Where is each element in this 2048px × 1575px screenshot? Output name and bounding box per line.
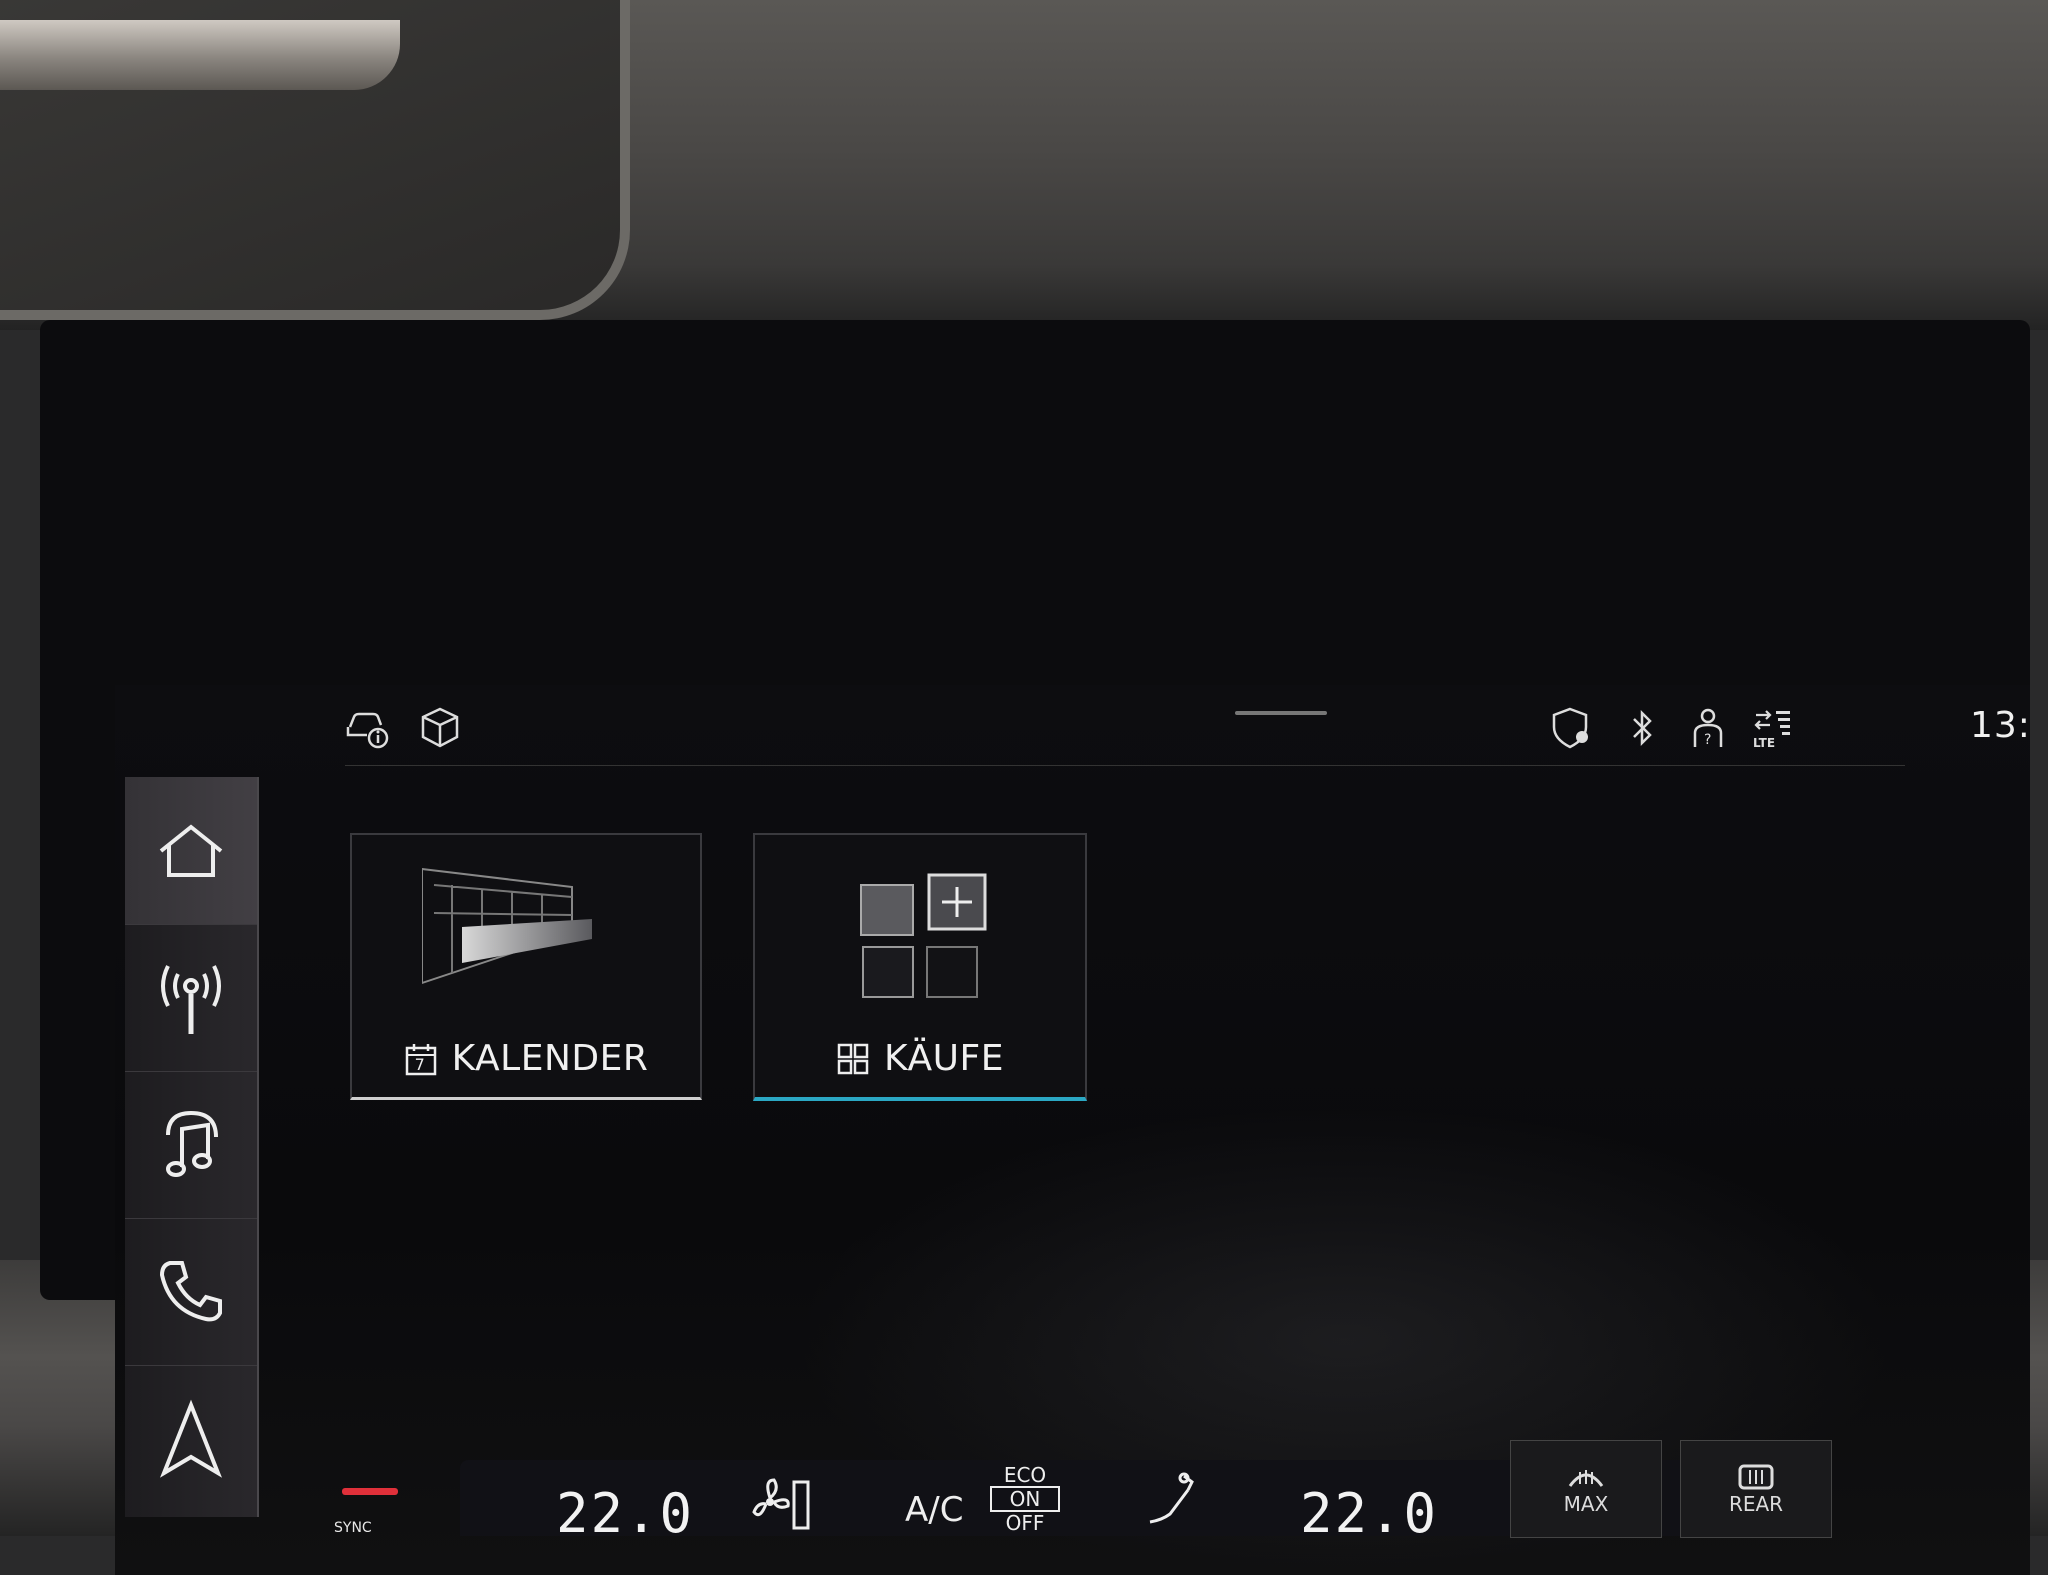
bluetooth-icon[interactable]: [1620, 705, 1666, 751]
tile-kalender[interactable]: 7 KALENDER: [350, 833, 702, 1100]
status-bar: ? LTE 13:37: [345, 685, 2030, 766]
svg-text:?: ?: [1704, 732, 1711, 748]
off-label: OFF: [1005, 1511, 1045, 1535]
user-profile-icon[interactable]: ?: [1685, 705, 1731, 751]
tile-label: KÄUFE: [755, 1038, 1085, 1079]
max-defrost-button[interactable]: MAX: [1510, 1440, 1662, 1538]
seat-airflow-icon[interactable]: [1140, 1470, 1200, 1530]
calendar-illustration-icon: [422, 867, 592, 985]
nav-home[interactable]: [125, 777, 257, 925]
rear-defrost-icon: [1738, 1464, 1774, 1490]
car-info-icon[interactable]: [345, 705, 391, 751]
tile-kalender-label: KALENDER: [451, 1038, 649, 1079]
dashboard-upper: [0, 0, 2048, 330]
nav-phone[interactable]: [125, 1218, 257, 1366]
ac-mode-selector[interactable]: ECO ON OFF: [990, 1464, 1060, 1534]
nav-navigation[interactable]: [125, 1365, 257, 1512]
lte-signal-icon: LTE: [1753, 710, 1790, 750]
ac-label[interactable]: A/C: [905, 1490, 963, 1530]
max-label: MAX: [1563, 1492, 1609, 1516]
vent-slat: [0, 20, 400, 90]
navigation-icon: [159, 1399, 223, 1478]
phone-icon: [159, 1260, 222, 1321]
clock: 13:37: [1970, 705, 2030, 746]
rear-defrost-button[interactable]: REAR: [1680, 1440, 1832, 1538]
calendar-day: 7: [414, 1054, 426, 1074]
nav-media[interactable]: [125, 1071, 257, 1219]
eco-label: ECO: [1003, 1463, 1047, 1487]
home-icon: [159, 823, 223, 877]
tile-kaeufe[interactable]: KÄUFE: [753, 833, 1087, 1101]
air-vent: [0, 0, 630, 320]
on-label: ON: [990, 1486, 1060, 1512]
package-icon[interactable]: [417, 705, 463, 751]
sync-indicator-led: [342, 1488, 398, 1495]
side-navigation: [125, 777, 259, 1517]
apps-icon: [837, 1043, 869, 1074]
apps-store-illustration-icon: [860, 873, 987, 998]
fan-icon[interactable]: [750, 1474, 810, 1530]
rear-label: REAR: [1728, 1492, 1784, 1516]
music-icon: [166, 1110, 218, 1177]
tile-label: 7 KALENDER: [352, 1038, 700, 1079]
pull-down-handle[interactable]: [1235, 711, 1327, 715]
privacy-location-icon[interactable]: [1550, 705, 1596, 751]
sync-label[interactable]: SYNC: [334, 1520, 372, 1536]
svg-text:LTE: LTE: [1753, 736, 1775, 750]
windshield-defrost-icon: [1568, 1470, 1604, 1487]
tile-kaeufe-label: KÄUFE: [884, 1038, 1004, 1079]
calendar-icon: 7: [404, 1042, 438, 1076]
climate-control: SYNC 22.0 A/C ECO ON OFF 22.0 MAX REAR: [280, 1440, 1900, 1545]
nav-radio[interactable]: [125, 924, 257, 1072]
radio-icon: [161, 964, 221, 1034]
display-bezel: ? LTE 13:37: [40, 320, 2030, 1575]
